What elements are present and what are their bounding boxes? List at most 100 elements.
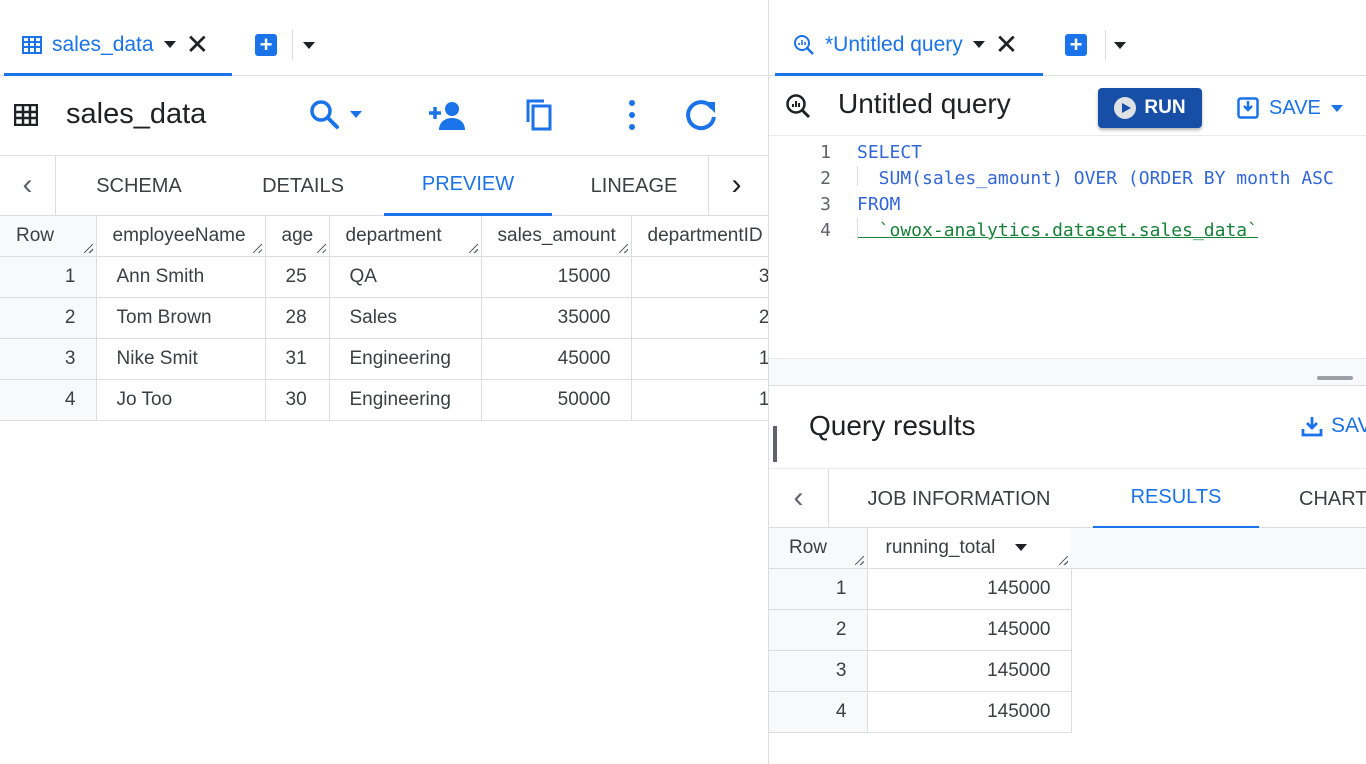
tab-details[interactable]: DETAILS [236,156,370,216]
column-header-running-total[interactable]: running_total [867,528,1072,569]
table-cell: 30 [265,379,330,421]
column-header[interactable]: departmentID [631,216,768,257]
table-cell: 45000 [481,338,632,380]
copy-icon[interactable] [524,98,554,132]
table-row: 1 Ann Smith 25 QA 15000 3 [0,256,768,298]
column-header[interactable]: Row [769,528,868,569]
tab-results[interactable]: RESULTS [1093,469,1259,529]
tab-schema[interactable]: SCHEMA [70,156,208,216]
sort-dropdown-icon[interactable] [1014,544,1027,552]
chevron-down-icon [350,110,362,118]
new-tab-plus-icon[interactable]: + [255,34,277,56]
row-number: 2 [0,297,97,339]
chevron-down-icon [1330,104,1343,112]
table-cell: Nike Smit [96,338,266,380]
more-vert-icon[interactable] [626,98,638,132]
table-cell: 25 [265,256,330,298]
results-table: Row running_total 1 145000 2 145000 3 14… [769,528,1072,733]
table-cell: 1 [631,379,768,421]
table-cell: 35000 [481,297,632,339]
table-row: 3 145000 [769,650,1072,692]
left-tab-strip: sales_data ✕ + [0,0,768,76]
tab-preview[interactable]: PREVIEW [384,156,552,216]
table-cell: 145000 [867,691,1072,733]
column-header[interactable]: employeeName [96,216,266,257]
share-add-person-icon[interactable] [428,100,466,130]
table-cell: 15000 [481,256,632,298]
line-number: 4 [820,220,831,241]
table-header-row: Row employeeName age department sales_am… [0,216,768,257]
editor-resize-bar[interactable] [769,358,1366,386]
column-header[interactable]: age [265,216,330,257]
tab-job-information[interactable]: JOB INFORMATION [859,469,1059,529]
table-cell: 2 [631,297,768,339]
save-label: SAVE [1269,96,1321,119]
play-icon [1114,97,1137,119]
row-number: 1 [769,568,868,610]
tab-menu-caret-icon[interactable] [163,41,176,48]
run-button[interactable]: RUN [1098,88,1202,128]
chevron-left-icon[interactable]: ‹ [0,156,56,216]
row-number: 2 [769,609,868,651]
tab-chart[interactable]: CHART [1285,469,1366,529]
table-cell: Ann Smith [96,256,266,298]
row-number: 1 [0,256,97,298]
table-cell: 145000 [867,650,1072,692]
tab-untitled-query[interactable]: *Untitled query ✕ [775,16,1043,76]
query-results-title: Query results [809,410,976,441]
tab-title: *Untitled query [825,32,963,56]
table-row: 3 Nike Smit 31 Engineering 45000 1 [0,338,768,380]
table-cell: 145000 [867,568,1072,610]
results-subtabs: ‹ JOB INFORMATION RESULTS CHART [769,468,1366,529]
sql-editor[interactable]: 1 2 3 4 SELECT SUM(sales_amount) OVER (O… [769,136,1366,358]
save-results-button[interactable]: SAV [1301,414,1366,438]
save-results-label: SAV [1331,414,1366,437]
code-line: SELECT [857,142,923,163]
table-row: 2 Tom Brown 28 Sales 35000 2 [0,297,768,339]
column-header[interactable]: department [329,216,482,257]
table-title: sales_data [66,98,207,130]
row-number: 4 [0,379,97,421]
table-cell: 50000 [481,379,632,421]
line-number: 2 [820,168,831,189]
tab-lineage[interactable]: LINEAGE [566,156,702,216]
code-line-text: SUM(sales_amount) OVER (ORDER BY month A… [857,168,1334,189]
left-toolbar: sales_data [0,76,768,156]
table-row: 4 Jo Too 30 Engineering 50000 1 [0,379,768,421]
left-subtabs: ‹ SCHEMA DETAILS PREVIEW LINEAGE › [0,156,768,216]
table-icon [14,104,38,126]
table-cell: 3 [631,256,768,298]
drag-handle-icon[interactable] [1317,376,1353,380]
left-pane: sales_data ✕ + sales_data ‹ SCHEMA DETAI… [0,0,768,764]
code-line: `owox-analytics.dataset.sales_data` [857,220,1258,241]
new-tab-plus-icon[interactable]: + [1065,34,1087,56]
table-cell: 1 [631,338,768,380]
column-header-label: running_total [885,536,996,558]
code-line: SUM(sales_amount) OVER (ORDER BY month A… [857,168,1334,189]
tab-overflow-caret-icon[interactable] [1114,42,1126,49]
table-cell: 28 [265,297,330,339]
tab-sales-data[interactable]: sales_data ✕ [4,16,232,76]
run-label: RUN [1144,97,1186,118]
code-line: FROM [857,194,901,215]
preview-table: Row employeeName age department sales_am… [0,216,768,421]
chevron-right-icon[interactable]: › [708,156,764,216]
save-button[interactable]: SAVE [1237,90,1343,126]
close-tab-icon[interactable]: ✕ [995,30,1018,59]
query-dropdown[interactable] [308,98,362,130]
table-icon [22,35,42,54]
column-header[interactable]: sales_amount [481,216,632,257]
drag-handle-icon[interactable] [773,426,777,462]
refresh-icon[interactable] [684,98,718,132]
row-number: 3 [0,338,97,380]
tab-overflow-caret-icon[interactable] [303,42,315,49]
row-number: 3 [769,650,868,692]
query-search-icon [794,34,814,55]
download-icon [1301,417,1323,437]
chevron-left-icon[interactable]: ‹ [769,469,829,529]
query-icon [786,94,811,119]
table-cell: 145000 [867,609,1072,651]
close-tab-icon[interactable]: ✕ [186,30,209,59]
tab-menu-caret-icon[interactable] [972,41,985,48]
column-header[interactable]: Row [0,216,97,257]
